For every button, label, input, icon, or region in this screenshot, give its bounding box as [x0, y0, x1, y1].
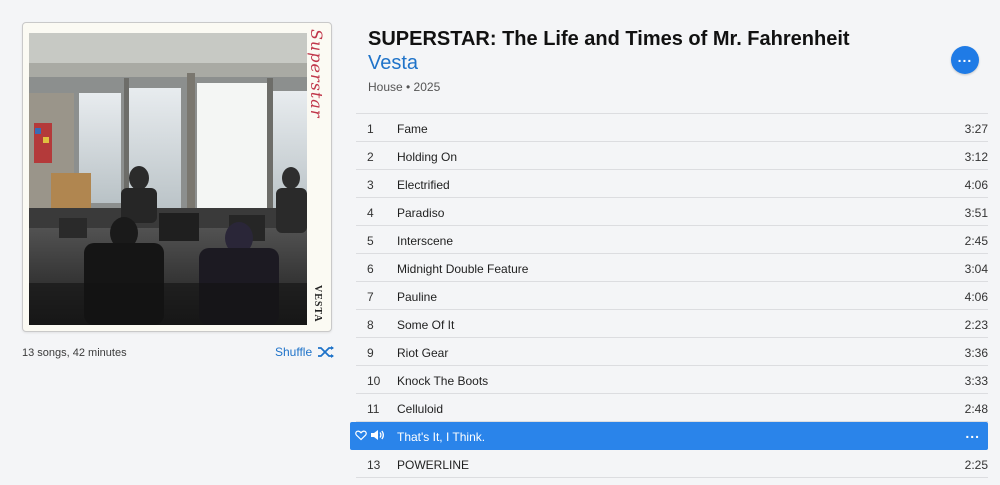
- track-row[interactable]: 5 Interscene 2:45: [356, 226, 988, 254]
- album-summary: 13 songs, 42 minutes: [22, 347, 127, 359]
- track-row[interactable]: 6 Midnight Double Feature 3:04: [356, 254, 988, 282]
- track-number: 9: [367, 346, 374, 360]
- track-title: Electrified: [397, 178, 450, 192]
- track-number: 13: [367, 458, 381, 472]
- track-duration: 2:45: [964, 234, 988, 248]
- album-artwork[interactable]: Superstar VESTA: [22, 22, 332, 332]
- track-title: Paradiso: [397, 206, 445, 220]
- shuffle-icon: [318, 346, 335, 358]
- track-row-now-playing[interactable]: That's It, I Think. ...: [350, 422, 988, 450]
- track-list: 1 Fame 3:27 2 Holding On 3:12 3 Electrif…: [350, 113, 988, 478]
- artwork-title-text: Superstar: [307, 29, 326, 119]
- album-more-button[interactable]: ...: [951, 46, 979, 74]
- genre-year: House • 2025: [368, 80, 441, 94]
- shuffle-button[interactable]: Shuffle: [275, 345, 335, 359]
- track-number: 10: [367, 374, 381, 388]
- ellipsis-icon: ...: [957, 49, 973, 65]
- shuffle-label: Shuffle: [275, 345, 313, 359]
- track-row[interactable]: 1 Fame 3:27: [356, 114, 988, 142]
- track-number: 3: [367, 178, 374, 192]
- track-row[interactable]: 10 Knock The Boots 3:33: [356, 366, 988, 394]
- track-number: 6: [367, 262, 374, 276]
- track-number: 7: [367, 290, 374, 304]
- track-duration: 3:51: [964, 206, 988, 220]
- track-number: 8: [367, 318, 374, 332]
- artist-link[interactable]: Vesta: [368, 52, 418, 75]
- track-row[interactable]: 9 Riot Gear 3:36: [356, 338, 988, 366]
- track-more-icon[interactable]: ...: [965, 425, 980, 441]
- track-title: POWERLINE: [397, 458, 470, 472]
- track-row[interactable]: 2 Holding On 3:12: [356, 142, 988, 170]
- track-title: Knock The Boots: [397, 374, 489, 388]
- heart-icon[interactable]: [355, 429, 367, 441]
- track-row[interactable]: 8 Some Of It 2:23: [356, 310, 988, 338]
- track-duration: 2:48: [964, 402, 988, 416]
- track-title: Fame: [397, 122, 428, 136]
- track-row[interactable]: 3 Electrified 4:06: [356, 170, 988, 198]
- track-title: Celluloid: [397, 402, 444, 416]
- track-duration: 3:33: [964, 374, 988, 388]
- album-title: SUPERSTAR: The Life and Times of Mr. Fah…: [368, 28, 850, 50]
- track-title: That's It, I Think.: [397, 430, 486, 444]
- track-duration: 3:36: [964, 346, 988, 360]
- track-title: Midnight Double Feature: [397, 262, 529, 276]
- track-duration: 3:04: [964, 262, 988, 276]
- track-number: 2: [367, 150, 374, 164]
- track-number: 11: [367, 402, 380, 416]
- track-duration: 3:12: [964, 150, 988, 164]
- track-number: 1: [367, 122, 374, 136]
- track-number: 5: [367, 234, 374, 248]
- track-title: Riot Gear: [397, 346, 449, 360]
- track-title: Some Of It: [397, 318, 455, 332]
- track-title: Pauline: [397, 290, 438, 304]
- track-duration: 3:27: [964, 122, 988, 136]
- speaker-icon: [371, 430, 384, 440]
- track-row[interactable]: 7 Pauline 4:06: [356, 282, 988, 310]
- track-number: 4: [367, 206, 374, 220]
- track-duration: 4:06: [964, 290, 988, 304]
- track-duration: 2:25: [964, 458, 988, 472]
- track-row[interactable]: 13 POWERLINE 2:25: [356, 450, 988, 478]
- track-title: Interscene: [397, 234, 454, 248]
- track-duration: 4:06: [964, 178, 988, 192]
- artwork-photo: [29, 33, 307, 325]
- track-title: Holding On: [397, 150, 458, 164]
- track-row[interactable]: 11 Celluloid 2:48: [356, 394, 988, 422]
- artwork-brand-text: VESTA: [312, 285, 323, 323]
- track-row[interactable]: 4 Paradiso 3:51: [356, 198, 988, 226]
- track-duration: 2:23: [964, 318, 988, 332]
